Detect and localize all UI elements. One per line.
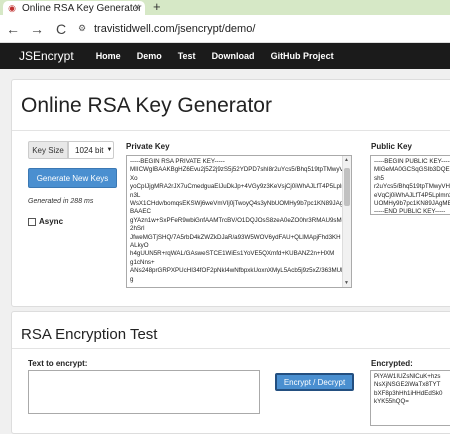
async-checkbox[interactable] [28,217,36,226]
browser-tab[interactable]: ◉ Online RSA Key Generator × [3,1,145,15]
async-label: Async [39,217,64,226]
divider [12,130,450,131]
key-size-select[interactable]: 1024 bit ▼ [68,141,114,159]
encrypted-textarea[interactable]: PiYAW1IUZsNlCuK+hzs NsXjNSGE2iWaTx8TYT b… [370,370,450,426]
browser-tab-strip: ◉ Online RSA Key Generator × + [0,0,450,15]
scroll-thumb[interactable] [344,168,350,206]
public-key-text: -----BEGIN PUBLIC KEY----- MIGeMA0GCSqGS… [374,158,450,215]
generation-time: Generated in 288 ms [28,198,94,205]
brand-link[interactable]: JSEncrypt [19,49,74,63]
scroll-down-icon[interactable]: ▼ [344,280,349,286]
encrypted-text: PiYAW1IUZsNlCuK+hzs NsXjNSGE2iWaTx8TYT b… [374,373,443,406]
generate-keys-button[interactable]: Generate New Keys [28,168,117,188]
text-to-encrypt-input[interactable] [28,370,260,414]
address-bar: ← → C ⚙ travistidwell.com/jsencrypt/demo… [0,15,450,43]
new-tab-button[interactable]: + [153,0,161,14]
key-size-value: 1024 bit [75,145,104,155]
nav-demo[interactable]: Demo [137,51,162,61]
encryption-test-panel: RSA Encryption Test Text to encrypt: Enc… [11,311,450,434]
page-title: Online RSA Key Generator [21,94,272,117]
site-navbar: JSEncrypt Home Demo Test Download GitHub… [0,43,450,69]
async-option[interactable]: Async [28,217,63,226]
tab-title: Online RSA Key Generator [22,2,142,14]
back-icon[interactable]: ← [4,21,22,37]
encrypted-label: Encrypted: [371,359,413,368]
url-field[interactable]: ⚙ travistidwell.com/jsencrypt/demo/ [78,19,450,39]
key-size-label: Key Size [28,141,68,159]
private-key-text: -----BEGIN RSA PRIVATE KEY----- MIICWgIB… [130,158,349,283]
nav-home[interactable]: Home [96,51,121,61]
nav-test[interactable]: Test [178,51,196,61]
key-favicon-icon: ◉ [8,3,16,13]
private-key-label: Private Key [126,142,170,151]
scroll-up-icon[interactable]: ▲ [344,157,349,163]
chevron-down-icon: ▼ [106,147,113,153]
key-generator-panel: Online RSA Key Generator Key Size 1024 b… [11,79,450,307]
public-key-label: Public Key [371,142,412,151]
url-text: travistidwell.com/jsencrypt/demo/ [94,22,256,35]
divider [12,348,450,349]
private-key-textarea[interactable]: -----BEGIN RSA PRIVATE KEY----- MIICWgIB… [126,155,352,288]
site-info-icon[interactable]: ⚙ [78,23,88,34]
reload-icon[interactable]: C [52,21,70,37]
forward-icon[interactable]: → [28,21,46,37]
text-to-encrypt-label: Text to encrypt: [28,359,88,368]
close-tab-icon[interactable]: × [134,2,140,13]
nav-github-project[interactable]: GitHub Project [271,51,334,61]
nav-download[interactable]: Download [212,51,255,61]
encrypt-decrypt-button[interactable]: Encrypt / Decrypt [275,373,354,391]
section-title: RSA Encryption Test [21,326,158,343]
public-key-textarea[interactable]: -----BEGIN PUBLIC KEY----- MIGeMA0GCSqGS… [370,155,450,215]
private-key-scrollbar[interactable]: ▲ ▼ [342,156,351,287]
